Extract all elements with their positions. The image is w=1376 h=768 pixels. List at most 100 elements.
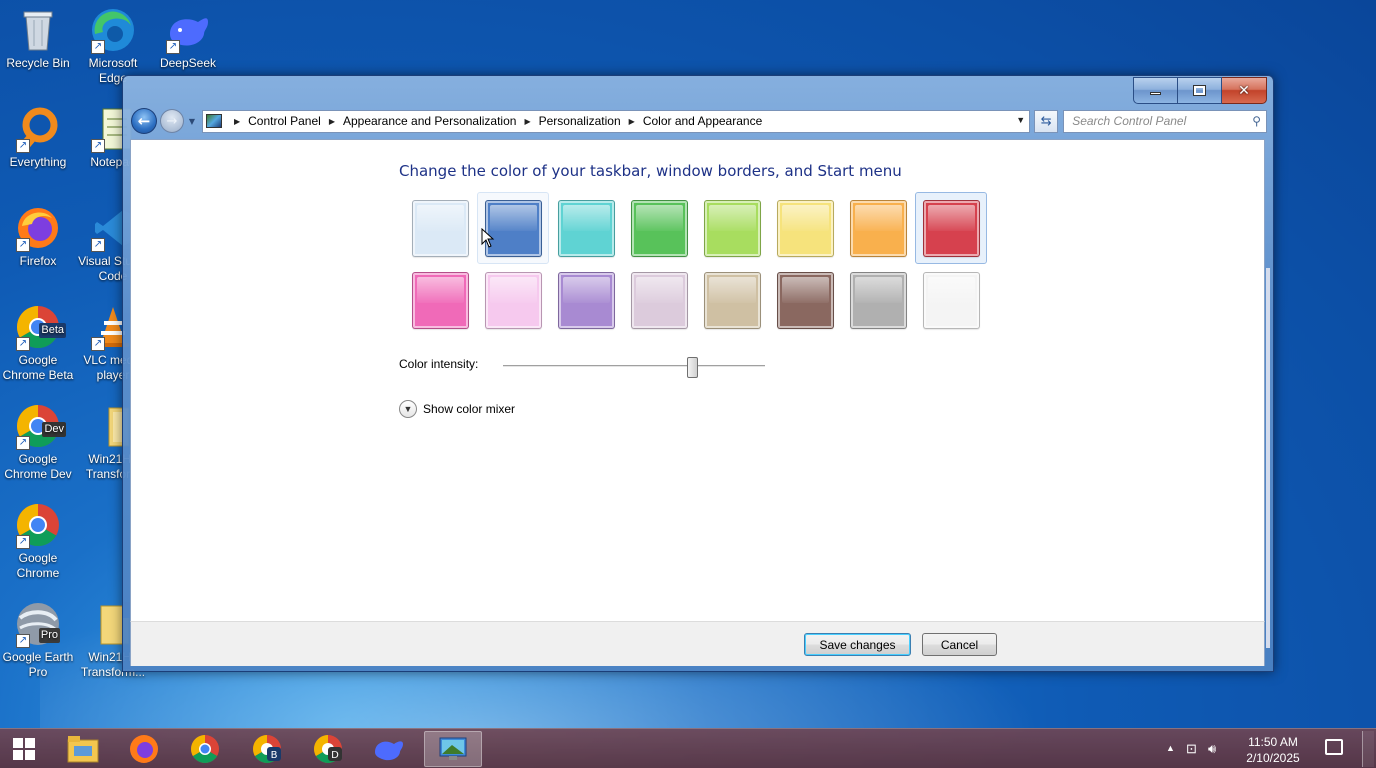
close-icon: ✕ [1238,82,1250,99]
taskbar-personalization[interactable] [424,731,482,767]
back-arrow-icon: ← [137,112,151,130]
color-swatch-fill [777,200,834,257]
color-swatch-ruby[interactable] [915,192,987,264]
color-swatch-fill [412,272,469,329]
color-swatch-chocolate[interactable] [769,264,841,336]
network-icon[interactable]: ⊡ [1186,741,1197,757]
taskbar-chrome[interactable] [178,731,232,767]
color-swatch-sea[interactable] [550,192,622,264]
mouse-cursor-icon [481,227,495,251]
chevron-down-icon: ▼ [399,400,417,418]
breadcrumb-separator-icon[interactable]: ▶ [629,117,635,126]
color-swatch-fill [558,200,615,257]
desktop-icon-firefox[interactable]: ↗ Firefox [0,204,76,269]
desktop-icon-chrome-dev[interactable]: Dev ↗ Google Chrome Dev [0,402,76,482]
color-swatch-lavender[interactable] [623,264,695,336]
breadcrumb-appearance-and-personalization[interactable]: Appearance and Personalization [343,114,516,128]
color-swatch-lime[interactable] [696,192,768,264]
refresh-button[interactable]: ⇆ [1034,109,1059,133]
personalization-icon [439,737,467,760]
color-swatch-fill [485,272,542,329]
start-button[interactable] [0,729,48,768]
color-swatch-sun[interactable] [769,192,841,264]
color-swatch-fuchsia[interactable] [404,264,476,336]
color-swatch-fill [850,200,907,257]
breadcrumb-color-and-appearance[interactable]: Color and Appearance [643,114,762,128]
taskbar-chrome-dev[interactable]: D [301,731,355,767]
address-bar[interactable]: ▶ Control Panel ▶ Appearance and Persona… [201,109,1031,133]
color-intensity-slider[interactable] [503,365,765,368]
minimize-icon [1150,92,1161,95]
desktop-icon-chrome[interactable]: ↗ Google Chrome [0,501,76,581]
color-swatch-fill [631,272,688,329]
desktop-icon-recycle-bin[interactable]: Recycle Bin [0,6,76,71]
clock-time: 11:50 AM [1248,735,1298,749]
notifications-icon[interactable] [1325,739,1343,755]
search-placeholder: Search Control Panel [1072,114,1187,128]
color-and-appearance-window: ✕ ← → ▼ ▶ Control Panel ▶ Appearance and… [122,75,1274,672]
clock[interactable]: 11:50 AM 2/10/2025 [1243,734,1303,766]
taskbar-firefox[interactable] [117,731,171,767]
firefox-icon [130,735,158,763]
everything-search-icon: ↗ [14,105,62,153]
color-intensity-slider-thumb[interactable] [686,357,698,378]
taskbar-file-explorer[interactable] [56,731,110,767]
chrome-beta-icon: Beta ↗ [14,303,66,351]
color-swatch-taupe[interactable] [696,264,768,336]
desktop-icon-microsoft-edge[interactable]: ↗ Microsoft Edge [75,6,151,86]
desktop-icon-google-earth-pro[interactable]: Pro ↗ Google Earth Pro [0,600,76,680]
caption-buttons: ✕ [1133,77,1267,104]
breadcrumb-control-panel[interactable]: Control Panel [248,114,321,128]
save-changes-button[interactable]: Save changes [804,633,911,656]
show-color-mixer-label: Show color mixer [423,402,516,416]
address-dropdown-icon[interactable]: ▼ [1016,115,1025,125]
back-button[interactable]: ← [131,108,157,134]
clock-date: 2/10/2025 [1246,751,1300,765]
dialog-footer: Save changes Cancel [130,621,1265,666]
navigation-bar: ← → ▼ ▶ Control Panel ▶ Appearance and P… [131,107,1268,135]
control-panel-icon [205,114,222,128]
windows-logo-icon [13,738,35,760]
show-desktop-button[interactable] [1362,731,1374,767]
cancel-button[interactable]: Cancel [922,633,997,656]
search-icon[interactable]: ⚲ [1252,114,1261,128]
forward-button[interactable]: → [159,109,184,133]
google-earth-icon: Pro ↗ [14,600,62,648]
taskbar-chrome-beta[interactable]: B [240,731,294,767]
color-swatch-slate[interactable] [842,264,914,336]
show-hidden-icons-button[interactable]: ▲ [1166,743,1175,753]
chrome-dev-icon: D [314,735,342,763]
recent-pages-dropdown[interactable]: ▼ [186,117,198,126]
color-swatch-fill [631,200,688,257]
color-swatch-violet[interactable] [550,264,622,336]
color-swatch-fill [777,272,834,329]
color-swatch-pumpkin[interactable] [842,192,914,264]
file-explorer-icon [67,736,99,763]
color-swatch-fill [923,200,980,257]
chrome-beta-icon: B [253,735,281,763]
breadcrumb-separator-icon[interactable]: ▶ [524,117,530,126]
desktop-icon-chrome-beta[interactable]: Beta ↗ Google Chrome Beta [0,303,76,383]
color-swatch-sky[interactable] [404,192,476,264]
breadcrumb-personalization[interactable]: Personalization [539,114,621,128]
maximize-button[interactable] [1178,77,1222,104]
color-swatch-fill [923,272,980,329]
breadcrumb-separator-icon[interactable]: ▶ [329,117,335,126]
taskbar-deepseek[interactable] [362,731,416,767]
close-button[interactable]: ✕ [1222,77,1267,104]
color-swatch-leaf[interactable] [623,192,695,264]
desktop-icon-deepseek[interactable]: ↗ DeepSeek [150,6,226,71]
color-swatch-fill [704,272,761,329]
minimize-button[interactable] [1133,77,1178,104]
chrome-icon: ↗ [14,501,62,549]
color-swatch-frost[interactable] [915,264,987,336]
taskbar: B D ▲ ⊡ 🔊︎ 11:50 AM 2/10/2025 [0,728,1376,768]
show-color-mixer-toggle[interactable]: ▼ Show color mixer [399,400,515,418]
search-box[interactable]: Search Control Panel ⚲ [1063,109,1268,133]
breadcrumb-separator-icon[interactable]: ▶ [234,117,240,126]
volume-icon[interactable]: 🔊︎ [1208,741,1216,757]
color-swatch-blush[interactable] [477,264,549,336]
content-pane: Change the color of your taskbar, window… [130,139,1270,648]
desktop-icon-everything[interactable]: ↗ Everything [0,105,76,170]
chrome-dev-icon: Dev ↗ [14,402,66,450]
